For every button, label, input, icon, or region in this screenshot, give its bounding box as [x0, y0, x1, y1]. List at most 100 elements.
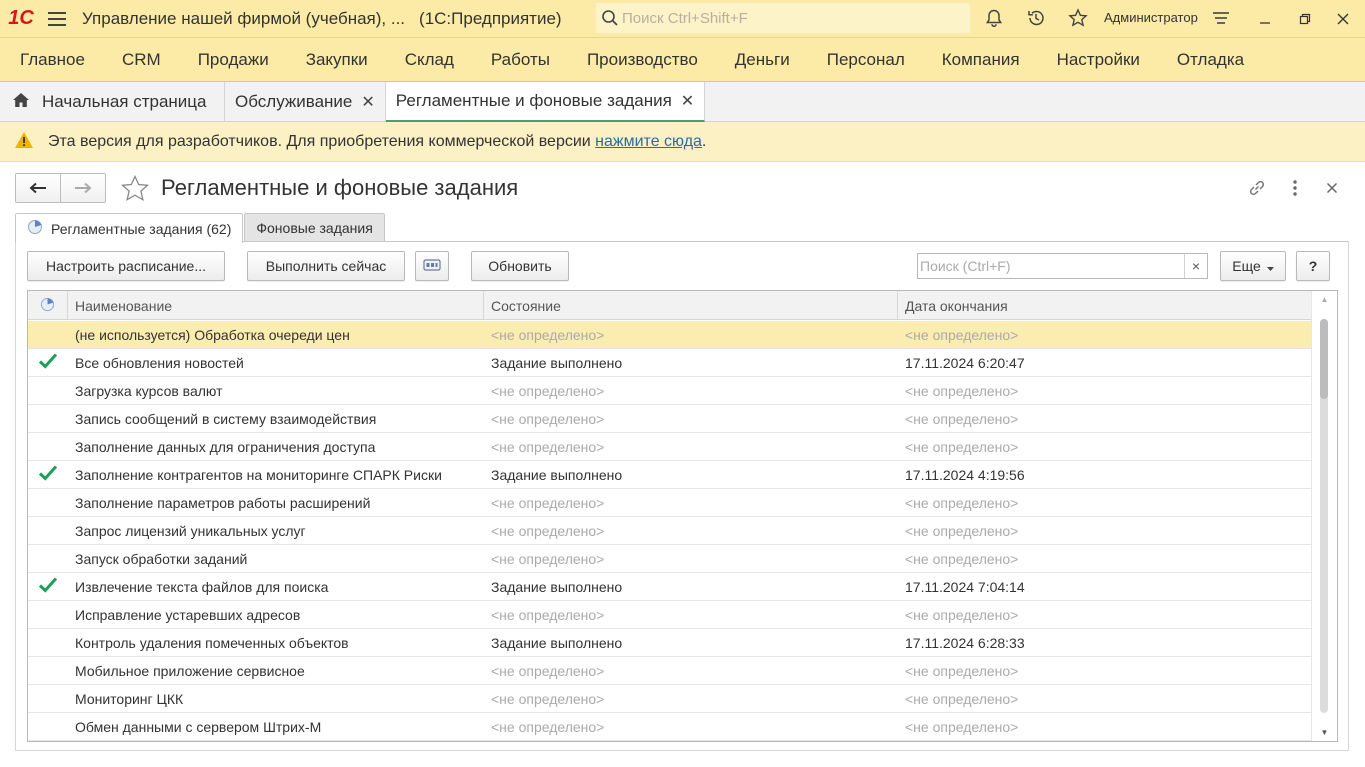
scheduled-job-icon — [40, 297, 55, 315]
add-to-favorites-star-icon[interactable] — [119, 173, 151, 205]
row-end-date-cell: 17.11.2024 6:20:47 — [905, 354, 1025, 371]
close-window-button[interactable] — [1332, 8, 1354, 30]
global-search-input[interactable] — [622, 9, 962, 27]
history-icon[interactable] — [1024, 6, 1048, 30]
section-main[interactable]: Главное — [2, 50, 104, 70]
section-money[interactable]: Деньги — [717, 50, 809, 70]
table-row[interactable]: Все обновления новостей Задание выполнено… — [28, 349, 1312, 377]
tab-background-label: Фоновые задания — [256, 220, 373, 236]
chevron-down-icon — [1266, 258, 1274, 274]
forward-button[interactable] — [61, 174, 105, 202]
back-button[interactable] — [16, 174, 61, 202]
row-status-cell — [28, 629, 68, 656]
table-row[interactable]: Контроль удаления помеченных объектов Зад… — [28, 629, 1312, 657]
row-status-cell — [28, 461, 68, 488]
row-name-cell: Заполнение данных для ограничения доступ… — [75, 438, 376, 455]
table-row[interactable]: (не используется) Обработка очереди цен <… — [28, 321, 1312, 349]
row-name-cell: Запрос лицензий уникальных услуг — [75, 522, 306, 539]
close-tab-icon[interactable]: ✕ — [361, 92, 374, 112]
table-row[interactable]: Запись сообщений в систему взаимодействи… — [28, 405, 1312, 433]
tab-home-label: Начальная страница — [42, 92, 207, 111]
main-menu-button[interactable] — [42, 0, 72, 37]
header-status-icon-column[interactable] — [28, 291, 68, 320]
table-row[interactable]: Исправление устаревших адресов <не опреде… — [28, 601, 1312, 629]
scroll-up-icon[interactable]: ▲ — [1312, 295, 1337, 304]
row-end-date-cell: <не определено> — [905, 550, 1019, 567]
dev-version-banner: Эта версия для разработчиков. Для приобр… — [0, 122, 1365, 162]
run-now-button[interactable]: Выполнить сейчас — [247, 251, 405, 281]
table-row[interactable]: Мониторинг ЦКК <не определено> <не определ… — [28, 685, 1312, 713]
configure-schedule-button[interactable]: Настроить расписание... — [27, 251, 225, 281]
more-actions-dots-icon[interactable] — [1283, 176, 1307, 200]
tab-background[interactable]: Фоновые задания — [244, 213, 385, 242]
header-name[interactable]: Наименование — [68, 291, 484, 320]
table-row[interactable]: Запрос лицензий уникальных услуг <не опре… — [28, 517, 1312, 545]
table-row[interactable]: Заполнение параметров работы расширений <… — [28, 489, 1312, 517]
app-suffix: (1С:Предприятие) — [419, 8, 562, 28]
tab-scheduled[interactable]: Регламентные задания (62) — [15, 213, 244, 243]
table-row[interactable]: Мобильное приложение сервисное <не опреде… — [28, 657, 1312, 685]
refresh-button[interactable]: Обновить — [471, 251, 569, 281]
header-state[interactable]: Состояние — [484, 291, 898, 320]
table-row[interactable]: Обмен данными с сервером Штрих-М <не опре… — [28, 713, 1312, 741]
banner-link[interactable]: нажмите сюда — [595, 133, 702, 150]
close-tab-icon[interactable]: ✕ — [681, 91, 694, 111]
header-end-date[interactable]: Дата окончания — [898, 291, 1312, 320]
list-search-input[interactable] — [918, 258, 1184, 274]
settings-lines-icon[interactable] — [1209, 6, 1233, 30]
help-button[interactable]: ? — [1296, 251, 1330, 281]
section-production[interactable]: Производство — [569, 50, 717, 70]
table-row[interactable]: Заполнение данных для ограничения доступ… — [28, 433, 1312, 461]
clear-search-icon[interactable]: × — [1184, 254, 1207, 278]
scroll-down-icon[interactable]: ▼ — [1312, 728, 1337, 737]
form-title: Регламентные и фоновые задания — [161, 175, 519, 200]
table-row[interactable]: Заполнение контрагентов на мониторинге С… — [28, 461, 1312, 489]
row-status-cell — [28, 685, 68, 712]
row-state-cell: <не определено> — [491, 550, 605, 567]
row-name-cell: Мобильное приложение сервисное — [75, 662, 305, 679]
section-works[interactable]: Работы — [473, 50, 569, 70]
more-button[interactable]: Еще — [1220, 251, 1286, 281]
row-state-cell: Задание выполнено — [491, 466, 623, 483]
tab-scheduled-jobs[interactable]: Регламентные и фоновые задания ✕ — [385, 82, 706, 122]
favorites-star-icon[interactable] — [1066, 6, 1090, 30]
row-name-cell: Заполнение контрагентов на мониторинге С… — [75, 466, 442, 483]
row-name-cell: Извлечение текста файлов для поиска — [75, 578, 329, 595]
form-pages: Регламентные задания (62) Фоновые задани… — [15, 213, 385, 243]
maximize-button[interactable] — [1294, 8, 1316, 30]
link-icon[interactable] — [1245, 176, 1269, 200]
tab-service-label: Обслуживание — [235, 92, 353, 111]
row-end-date-cell: <не определено> — [905, 382, 1019, 399]
section-personnel[interactable]: Персонал — [809, 50, 924, 70]
row-status-cell — [28, 321, 68, 348]
global-search[interactable] — [596, 3, 970, 33]
tab-home[interactable]: Начальная страница — [0, 82, 225, 122]
section-company[interactable]: Компания — [924, 50, 1039, 70]
section-sales[interactable]: Продажи — [180, 50, 288, 70]
table-row[interactable]: Извлечение текста файлов для поиска Задан… — [28, 573, 1312, 601]
row-status-cell — [28, 349, 68, 376]
close-form-icon[interactable] — [1320, 176, 1344, 200]
list-search[interactable]: × — [917, 253, 1208, 279]
checkmark-icon — [38, 576, 58, 597]
tab-service[interactable]: Обслуживание ✕ — [225, 82, 386, 122]
row-state-cell: Задание выполнено — [491, 578, 623, 595]
row-state-cell: <не определено> — [491, 662, 605, 679]
bell-icon[interactable] — [982, 6, 1006, 30]
vertical-scrollbar[interactable]: ▲ ▼ — [1311, 291, 1337, 741]
user-name[interactable]: Администратор — [1104, 10, 1198, 25]
home-icon — [12, 92, 30, 113]
more-button-label: Еще — [1232, 258, 1261, 274]
console-button[interactable] — [415, 251, 449, 281]
minimize-button[interactable] — [1254, 8, 1276, 30]
section-debug[interactable]: Отладка — [1159, 50, 1263, 70]
row-end-date-cell: 17.11.2024 6:28:33 — [905, 634, 1025, 651]
table-row[interactable]: Загрузка курсов валют <не определено> <не … — [28, 377, 1312, 405]
section-purchases[interactable]: Закупки — [288, 50, 387, 70]
section-crm[interactable]: CRM — [104, 50, 180, 70]
section-warehouse[interactable]: Склад — [387, 50, 473, 70]
section-settings[interactable]: Настройки — [1039, 50, 1159, 70]
row-end-date-cell: <не определено> — [905, 326, 1019, 343]
scroll-thumb[interactable] — [1320, 319, 1328, 399]
table-row[interactable]: Запуск обработки заданий <не определено> <… — [28, 545, 1312, 573]
